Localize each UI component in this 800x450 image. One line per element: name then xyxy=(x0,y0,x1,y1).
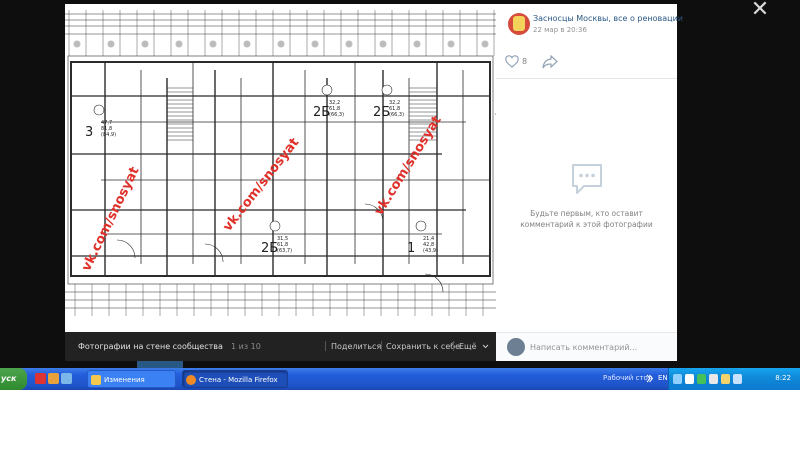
folder-icon xyxy=(91,375,101,385)
community-avatar[interactable] xyxy=(508,13,530,35)
apartment-area-label: (66,3) xyxy=(389,112,404,118)
help-icon[interactable] xyxy=(673,374,682,384)
quicklaunch-icon[interactable] xyxy=(48,373,59,384)
device-icon[interactable] xyxy=(733,374,742,384)
apartment-type-label: 1 xyxy=(407,241,415,256)
taskbar: уск Изменения Стена - Mozilla Firefox Ра… xyxy=(0,368,800,390)
system-tray: 8:22 xyxy=(668,368,800,390)
post-date[interactable]: 22 мар в 20:36 xyxy=(533,26,587,34)
photo-sidebar: Засносцы Москвы, все о реновации 22 мар … xyxy=(496,4,683,361)
task-label: Стена - Mozilla Firefox xyxy=(199,376,278,384)
save-link[interactable]: Сохранить к себе xyxy=(386,342,460,351)
antivirus-icon[interactable] xyxy=(697,374,706,384)
security-icon[interactable] xyxy=(721,374,730,384)
close-icon[interactable]: ✕ xyxy=(748,0,772,22)
start-button[interactable]: уск xyxy=(0,368,27,390)
like-button[interactable]: 8 xyxy=(505,54,535,70)
screen: ✕ 3 47,7 81,8 (84,9) 2Б 32,2 61,8 (66,3) 2Б 32,2 6… xyxy=(0,0,800,450)
share-button[interactable] xyxy=(542,54,558,70)
footer-divider xyxy=(453,341,454,351)
photo-footer: Фотографии на стене сообщества 1 из 10 П… xyxy=(65,332,496,361)
heart-icon xyxy=(505,55,519,68)
community-name-link[interactable]: Засносцы Москвы, все о реновации xyxy=(533,14,683,23)
language-indicator[interactable]: EN xyxy=(658,374,668,382)
double-chevron-icon[interactable] xyxy=(646,374,653,383)
apartment-area-label: (63,7) xyxy=(277,248,292,254)
likes-count: 8 xyxy=(522,57,528,66)
taskbar-button-izmeneniya[interactable]: Изменения xyxy=(87,370,176,388)
photo[interactable]: 3 47,7 81,8 (84,9) 2Б 32,2 61,8 (66,3) 2Б 32,2 61,… xyxy=(65,4,496,332)
footer-divider xyxy=(325,341,326,351)
network-icon[interactable] xyxy=(685,374,694,384)
floor-plan-image: 347,781,8(84,9)2Б32,261,8(66,3) 2Б32,261,… xyxy=(65,4,496,332)
apartment-type-label: 2Б xyxy=(373,105,390,120)
opera-icon[interactable] xyxy=(35,373,46,384)
taskbar-button-firefox[interactable]: Стена - Mozilla Firefox xyxy=(182,370,288,388)
apartment-type-label: 2Б xyxy=(261,241,278,256)
share-arrow-icon xyxy=(542,54,558,69)
task-label: Изменения xyxy=(104,376,145,384)
empty-comments-text: Будьте первым, кто оставит комментарий к… xyxy=(520,209,653,229)
volume-icon[interactable] xyxy=(709,374,718,384)
apartment-area-label: (84,9) xyxy=(101,132,116,138)
comments-icon xyxy=(572,164,602,194)
comment-input[interactable] xyxy=(530,339,670,355)
show-desktop-icon[interactable] xyxy=(61,373,72,384)
comment-box xyxy=(496,332,677,361)
user-avatar xyxy=(507,338,525,356)
album-link[interactable]: Фотографии на стене сообщества xyxy=(78,342,223,351)
sidebar-divider xyxy=(496,78,677,79)
desktop-toolbar-label[interactable]: Рабочий стол xyxy=(603,374,652,382)
clock[interactable]: 8:22 xyxy=(775,374,791,382)
apartment-type-label: 3 xyxy=(85,125,93,140)
apartment-area-label: (43,9) xyxy=(423,248,438,254)
chevron-down-icon xyxy=(482,344,489,349)
photo-viewer: 3 47,7 81,8 (84,9) 2Б 32,2 61,8 (66,3) 2Б 32,2 61,… xyxy=(65,4,683,361)
more-label: Ещё xyxy=(459,342,477,351)
footer-divider xyxy=(381,341,382,351)
firefox-icon xyxy=(186,375,196,385)
share-link[interactable]: Поделиться xyxy=(331,342,381,351)
apartment-type-label: 2Б xyxy=(313,105,330,120)
photo-counter: 1 из 10 xyxy=(231,342,261,351)
apartment-area-label: (66,3) xyxy=(329,112,344,118)
more-menu[interactable]: Ещё xyxy=(459,342,489,351)
